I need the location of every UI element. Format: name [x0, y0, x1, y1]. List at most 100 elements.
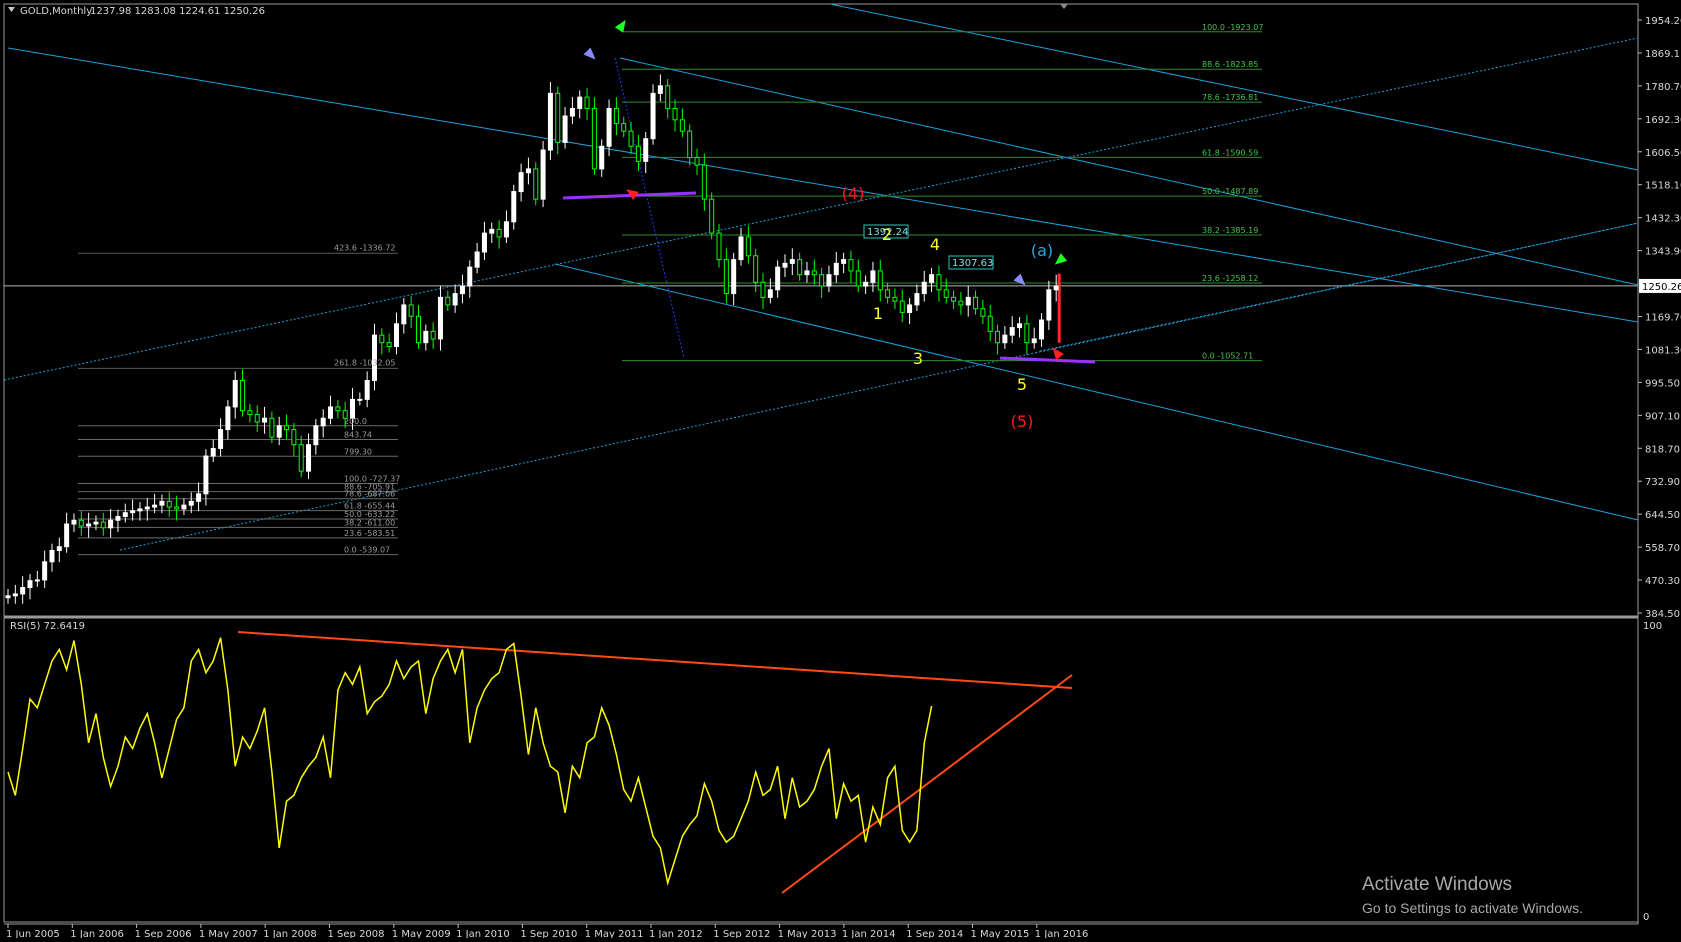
wave-label: 5	[1017, 375, 1027, 394]
candle-body	[628, 130, 634, 147]
candle-body	[12, 593, 18, 597]
chart-window[interactable]: GOLD,Monthly 1237.98 1283.08 1224.61 125…	[0, 0, 1681, 940]
candle-body	[1009, 327, 1015, 336]
candle-body	[56, 546, 62, 551]
candle-body	[34, 579, 40, 582]
candle-body	[64, 523, 70, 548]
candle-body	[423, 330, 429, 344]
candle-body	[907, 304, 913, 313]
price-tick-label: 384.50	[1645, 609, 1680, 620]
candle-body	[833, 262, 839, 276]
candle-body	[782, 262, 788, 268]
candle-body	[547, 92, 553, 151]
candle-body	[225, 406, 231, 431]
candle-body	[152, 504, 158, 508]
extension-label: 261.8 -1032.05	[334, 358, 395, 367]
price-tick-label: 732.90	[1645, 477, 1680, 488]
candle-body	[379, 334, 385, 344]
candle-body	[870, 270, 876, 283]
candle-body	[584, 96, 590, 109]
candle-body	[569, 107, 575, 117]
time-tick-label: 1 Sep 2012	[713, 929, 770, 938]
candle-body	[86, 523, 92, 527]
time-tick-label: 1 May 2009	[392, 929, 451, 938]
time-tick-label: 1 Jan 2014	[842, 929, 896, 938]
candle-body	[313, 425, 319, 446]
candle-body	[694, 157, 700, 166]
rsi-axis-top: 100	[1643, 621, 1662, 632]
candle-body	[753, 255, 759, 283]
price-tick-label: 995.50	[1645, 378, 1680, 389]
candle-body	[232, 379, 238, 408]
candle-body	[20, 586, 26, 595]
candle-body	[826, 274, 832, 287]
candle-body	[951, 296, 957, 302]
candle-body	[921, 281, 927, 295]
candle-body	[723, 259, 729, 295]
price-tick-label: 470.30	[1645, 576, 1680, 587]
candle-body	[108, 519, 114, 529]
lower-fib-label: 38.2 -611.00	[344, 518, 395, 527]
candle-body	[218, 429, 224, 449]
candle-body	[613, 107, 619, 125]
time-tick-label: 1 Jan 2010	[456, 929, 510, 938]
candle-body	[437, 296, 443, 340]
candle-body	[93, 521, 99, 525]
candle-body	[130, 510, 136, 514]
chart-canvas[interactable]: GOLD,Monthly 1237.98 1283.08 1224.61 125…	[0, 0, 1681, 940]
fib-label: 0.0 -1052.71	[1202, 352, 1253, 361]
candle-body	[650, 92, 656, 140]
candle-body	[973, 296, 979, 310]
lower-fib-label: 799.30	[344, 447, 372, 456]
candle-body	[203, 455, 209, 495]
candle-body	[320, 417, 326, 427]
lower-fib-label: 200.0	[344, 417, 367, 426]
candle-body	[797, 259, 803, 276]
candle-body	[562, 115, 568, 143]
price-tick-label: 1343.90	[1645, 247, 1681, 258]
candle-body	[811, 270, 817, 276]
candle-body	[643, 138, 649, 162]
candle-body	[767, 289, 773, 298]
candle-body	[599, 145, 605, 170]
candle-body	[760, 281, 766, 298]
candle-body	[936, 274, 942, 291]
time-tick-label: 1 Sep 2006	[135, 929, 192, 938]
candle-body	[430, 330, 436, 340]
candle-body	[42, 561, 48, 581]
candle-body	[115, 515, 121, 521]
ohlc-readout: 1237.98 1283.08 1224.61 1250.26	[90, 6, 265, 17]
candle-body	[679, 119, 685, 132]
candle-body	[100, 521, 106, 529]
wave-label: (5)	[1011, 412, 1034, 431]
wave-label: 4	[930, 235, 940, 254]
candle-body	[885, 289, 891, 298]
candle-body	[137, 508, 143, 512]
candle-body	[27, 580, 33, 588]
candle-body	[731, 259, 737, 295]
candle-body	[393, 323, 399, 347]
candle-body	[357, 398, 363, 401]
price-tick-label: 558.70	[1645, 543, 1680, 554]
lower-fib-label: 843.74	[344, 431, 372, 440]
fib-label: 23.6 -1258.12	[1202, 274, 1258, 283]
candle-body	[496, 228, 502, 238]
price-label-text: 1307.63	[952, 258, 993, 269]
time-tick-label: 1 Sep 2008	[328, 929, 385, 938]
time-tick-label: 1 Jan 2012	[649, 929, 703, 938]
lower-fib-label: 100.0 -727.37	[344, 474, 400, 483]
time-tick-label: 1 Jun 2005	[6, 929, 60, 938]
candle-body	[540, 149, 546, 200]
wave-label: 3	[913, 349, 923, 368]
price-tick-label: 1518.10	[1645, 181, 1681, 192]
candle-body	[1039, 319, 1045, 340]
fib-label: 50.0 -1487.89	[1202, 187, 1258, 196]
price-tick-label: 1606.50	[1645, 148, 1681, 159]
price-tick-label: 907.10	[1645, 411, 1680, 422]
candle-body	[350, 398, 356, 419]
candle-body	[855, 270, 861, 287]
candle-body	[657, 85, 663, 94]
candle-body	[716, 232, 722, 261]
candle-body	[943, 289, 949, 298]
candle-body	[364, 379, 370, 400]
